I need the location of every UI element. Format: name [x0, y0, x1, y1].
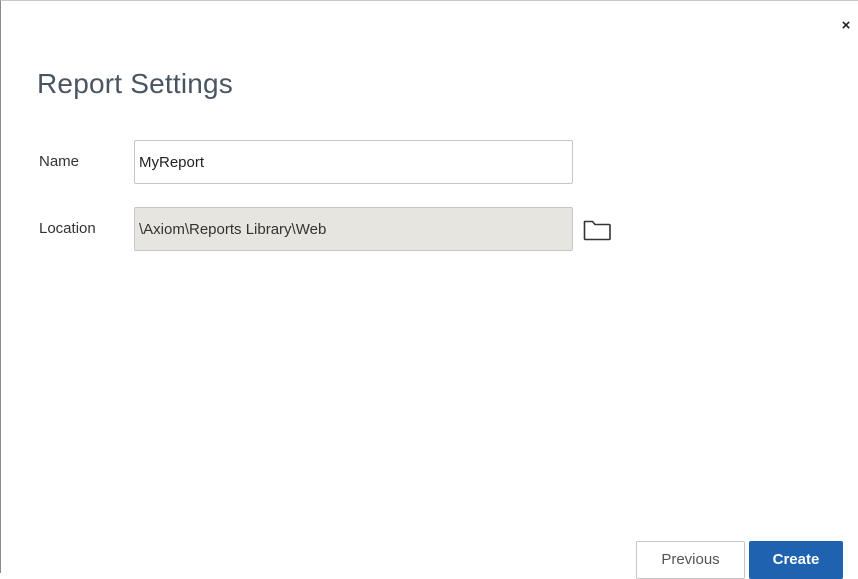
location-label: Location: [39, 220, 96, 237]
report-settings-dialog: × Report Settings Name Location Previous…: [0, 0, 858, 579]
dialog-title: Report Settings: [37, 68, 233, 99]
previous-button[interactable]: Previous: [636, 541, 745, 579]
browse-folder-button[interactable]: [582, 217, 612, 243]
create-button[interactable]: Create: [749, 541, 843, 579]
name-label: Name: [39, 153, 80, 170]
close-icon[interactable]: ×: [839, 18, 853, 34]
folder-icon: [583, 220, 611, 241]
name-input[interactable]: [134, 140, 573, 184]
location-field[interactable]: [134, 207, 573, 251]
